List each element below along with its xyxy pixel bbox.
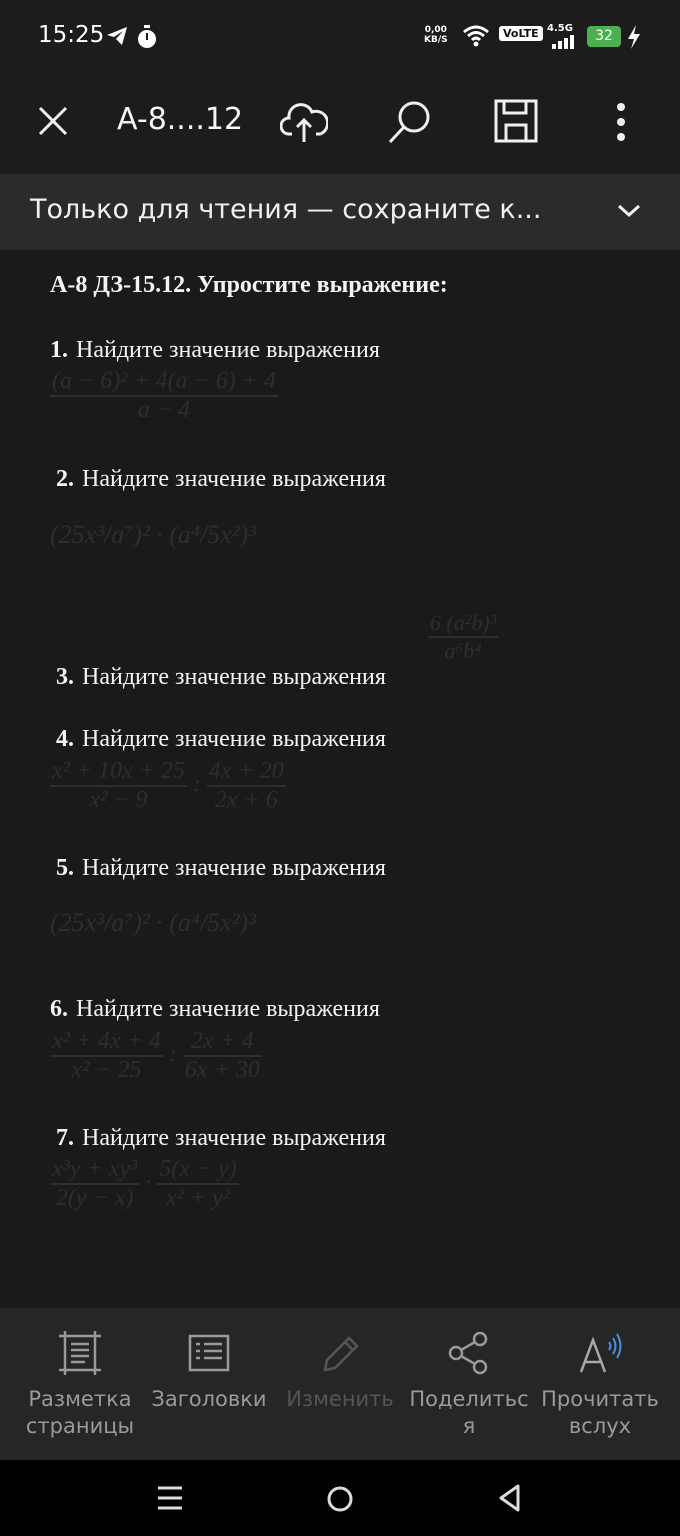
banner-text: Только для чтения — сохраните к... bbox=[30, 194, 542, 225]
read-aloud-button[interactable]: Прочитать вслух bbox=[535, 1330, 665, 1440]
formula-3: 6 (a²b)³ a⁶b⁴ bbox=[428, 610, 499, 663]
task-7: 7. Найдите значение выражения bbox=[56, 1125, 386, 1152]
document-heading: А-8 ДЗ-15.12. Упростите выражение: bbox=[50, 272, 448, 298]
status-time: 15:25 bbox=[38, 22, 105, 48]
share-icon bbox=[404, 1330, 534, 1376]
task-2: 2. Найдите значение выражения bbox=[56, 466, 386, 493]
task-number: 7. bbox=[56, 1125, 74, 1151]
search-icon[interactable] bbox=[386, 98, 434, 150]
headings-button[interactable]: Заголовки bbox=[144, 1330, 274, 1413]
formula-2: (25x³/a⁷)² · (a⁴/5x²)³ bbox=[50, 520, 256, 549]
document-title: A-8....12 bbox=[117, 102, 244, 137]
formula-6: x² + 4x + 4 x² − 25 : 2x + 4 6x + 30 bbox=[50, 1028, 262, 1083]
edit-button[interactable]: Изменить bbox=[275, 1330, 405, 1413]
wifi-icon bbox=[462, 25, 490, 51]
charging-icon bbox=[626, 25, 642, 53]
read-aloud-icon bbox=[535, 1330, 665, 1376]
task-number: 2. bbox=[56, 466, 74, 492]
task-1: 1. Найдите значение выражения bbox=[50, 337, 380, 364]
share-label: Поделитьс я bbox=[409, 1387, 529, 1438]
task-5: 5. Найдите значение выражения bbox=[56, 855, 386, 882]
task-text: Найдите значение выражения bbox=[82, 726, 386, 752]
task-6: 6. Найдите значение выражения bbox=[50, 996, 380, 1023]
task-text: Найдите значение выражения bbox=[82, 855, 386, 881]
volte-badge: VoLTE bbox=[499, 26, 543, 41]
formula-1: (a − 6)² + 4(a − 6) + 4a − 4 bbox=[50, 368, 278, 423]
task-number: 6. bbox=[50, 996, 68, 1022]
task-3: 3. Найдите значение выражения bbox=[56, 664, 386, 691]
top-toolbar bbox=[0, 74, 680, 174]
share-button[interactable]: Поделитьс я bbox=[404, 1330, 534, 1440]
signal-icon bbox=[552, 34, 578, 53]
formula-7: x³y + xy³ 2(y − x) · 5(x − y) x² + y² bbox=[50, 1156, 239, 1211]
telegram-icon bbox=[106, 26, 128, 50]
net-speed: 0,00 KB/S bbox=[424, 25, 448, 45]
task-text: Найдите значение выражения bbox=[76, 337, 380, 363]
page-layout-label: Разметка страницы bbox=[25, 1387, 135, 1438]
battery-indicator: 32 bbox=[587, 26, 621, 47]
recent-apps-icon[interactable] bbox=[156, 1484, 184, 1516]
task-number: 1. bbox=[50, 337, 68, 363]
task-4: 4. Найдите значение выражения bbox=[56, 726, 386, 753]
formula-5: (25x³/a⁷)² · (a⁴/5x²)³ bbox=[50, 908, 256, 937]
home-icon[interactable] bbox=[325, 1484, 355, 1518]
task-number: 4. bbox=[56, 726, 74, 752]
task-text: Найдите значение выражения bbox=[82, 466, 386, 492]
headings-label: Заголовки bbox=[151, 1387, 267, 1411]
task-text: Найдите значение выражения bbox=[76, 996, 380, 1022]
task-number: 5. bbox=[56, 855, 74, 881]
chevron-down-icon[interactable] bbox=[616, 202, 642, 224]
task-text: Найдите значение выражения bbox=[82, 1125, 386, 1151]
cloud-upload-icon[interactable] bbox=[279, 100, 330, 148]
save-icon[interactable] bbox=[494, 99, 538, 147]
page-layout-icon bbox=[15, 1330, 145, 1376]
back-icon[interactable] bbox=[496, 1483, 522, 1517]
task-number: 3. bbox=[56, 664, 74, 690]
timer-icon bbox=[136, 25, 158, 53]
network-type: 4.5G bbox=[547, 23, 573, 34]
edit-label: Изменить bbox=[286, 1387, 394, 1411]
more-options-icon[interactable] bbox=[614, 102, 628, 146]
task-text: Найдите значение выражения bbox=[82, 664, 386, 690]
formula-4: x² + 10x + 25 x² − 9 : 4x + 20 2x + 6 bbox=[50, 758, 286, 813]
read-aloud-label: Прочитать вслух bbox=[541, 1387, 659, 1438]
page-layout-button[interactable]: Разметка страницы bbox=[15, 1330, 145, 1440]
pencil-icon bbox=[275, 1330, 405, 1376]
close-icon[interactable] bbox=[36, 104, 70, 142]
headings-icon bbox=[144, 1330, 274, 1376]
